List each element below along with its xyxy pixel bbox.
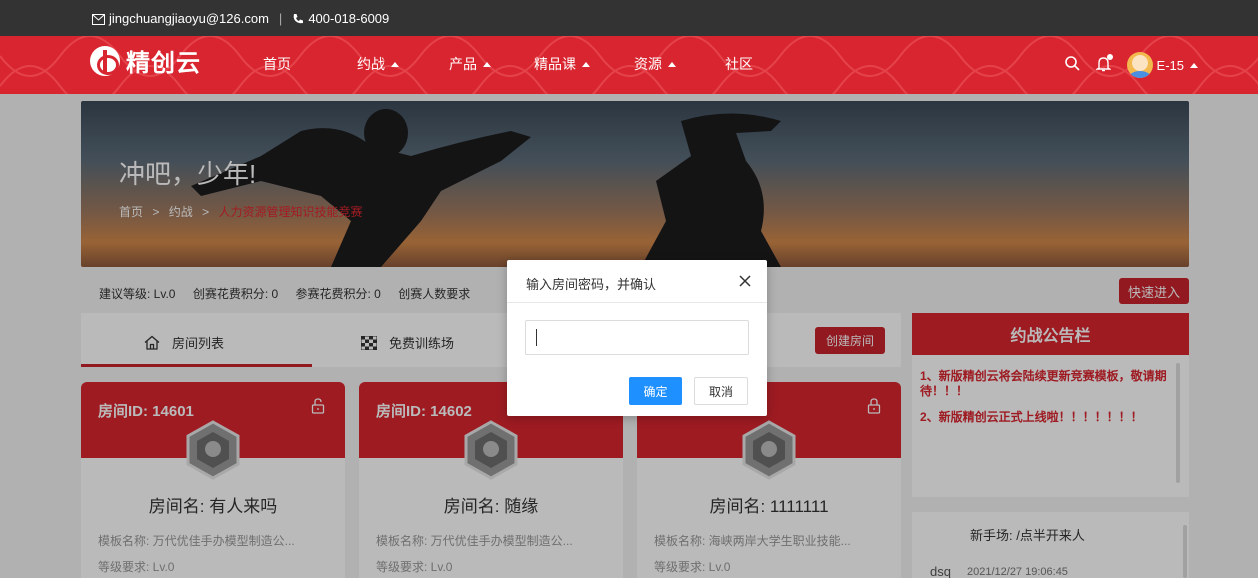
dialog-title: 输入房间密码，并确认 [526,277,657,292]
avatar [1126,52,1153,78]
notice-scrollbar[interactable] [1176,363,1180,483]
nav-item-battle[interactable]: 约战 [357,54,399,74]
user-name: E-15 [1156,57,1184,73]
lock-icon [867,398,881,414]
newbie-room-title[interactable]: 新手场: /点半开来人 [970,525,1085,544]
contact-email: jingchuangjiaoyu@126.com [109,10,269,26]
caret-up-icon [391,62,399,67]
search-icon[interactable] [1064,56,1080,74]
mail-icon [92,11,109,26]
contact-separator: | [278,10,283,26]
breadcrumb-home[interactable]: 首页 [119,205,143,219]
nav-item-home[interactable]: 首页 [263,54,291,74]
join-cost: 参赛花费积分: 0 [295,287,381,301]
nav-item-courses[interactable]: 精品课 [534,54,590,74]
nav-item-label: 产品 [449,56,477,72]
suggested-level: 建议等级: Lv.0 [99,287,176,301]
room-id: 房间ID: 14602 [376,403,472,420]
tab-label: 免费训练场 [389,336,455,351]
contact-phone: 400-018-6009 [308,10,390,26]
nav-item-label: 资源 [634,56,662,72]
caret-up-icon [668,62,676,67]
room-name: 房间名: 1111111 [709,497,829,516]
cancel-button[interactable]: 取消 [694,377,748,405]
nav-item-resources[interactable]: 资源 [634,54,676,74]
checkered-flag-icon [361,335,377,350]
newbie-scrollbar[interactable] [1183,525,1187,578]
create-room-button[interactable]: 创建房间 [815,327,885,354]
room-tabs: 房间列表 免费训练场 [81,313,901,367]
site-logo[interactable]: 精创云 [90,43,201,78]
breadcrumb: 首页 > 约战 > 人力资源管理知识技能竞赛 [119,203,362,220]
nav-item-products[interactable]: 产品 [449,54,491,74]
room-id: 房间ID: 14601 [98,403,194,420]
breadcrumb-separator: > [202,205,210,219]
phone-icon [292,11,308,26]
tab-room-list[interactable]: 房间列表 [144,333,224,352]
unlock-icon [311,398,325,414]
notice-item[interactable]: 2、新版精创云正式上线啦！！！！！！！ [920,410,1170,425]
room-template: 模板名称: 海峡两岸大学生职业技能... [654,534,851,548]
room-level: 等级要求: Lv.0 [654,560,731,574]
text-cursor [536,329,537,346]
nav-item-label: 首页 [263,56,291,72]
bell-icon[interactable] [1094,53,1113,75]
room-template: 模板名称: 万代优佳手办模型制造公... [98,534,295,548]
quick-enter-button[interactable]: 快速进入 [1119,278,1189,304]
caret-up-icon [483,62,491,67]
create-cost: 创赛花费积分: 0 [192,287,279,301]
notification-dot [1106,53,1113,60]
close-icon[interactable] [737,273,753,289]
contact-bar: jingchuangjiaoyu@126.com | 400-018-6009 [0,0,1258,36]
breadcrumb-separator: > [152,205,160,219]
room-name: 房间名: 有人来吗 [148,497,278,516]
nav-user-area: E-15 [1049,52,1198,78]
rank-badge-icon [742,420,796,480]
nav-item-label: 约战 [357,56,385,72]
room-name: 房间名: 随缘 [443,497,539,516]
room-level: 等级要求: Lv.0 [376,560,453,574]
banner-title: 冲吧，少年! [119,159,257,189]
caret-up-icon [1190,62,1198,68]
battle-notice-board: 约战公告栏 1、新版精创云将会陆续更新竞赛模板，敬请期待！！！ 2、新版精创云正… [912,313,1189,497]
rank-badge-icon [464,420,518,480]
main-nav: 精创云 首页 约战 产品 精品课 资源 社区 E-15 [0,36,1258,94]
nav-item-community[interactable]: 社区 [725,54,753,74]
hero-banner: 冲吧，少年! 首页 > 约战 > 人力资源管理知识技能竞赛 [81,101,1189,267]
logo-icon [90,45,120,76]
competition-info-bar: 建议等级: Lv.0 创赛花费积分: 0 参赛花费积分: 0 创赛人数要求 [99,285,484,302]
room-card[interactable]: 房间ID: 14601 房间名: 有人来吗 模板名称: 万代优佳手办模型制造公.… [81,382,345,578]
rank-badge-icon [186,420,240,480]
tab-label: 房间列表 [172,336,225,351]
notice-item[interactable]: 1、新版精创云将会陆续更新竞赛模板，敬请期待！！！ [920,369,1170,399]
creator-count: 创赛人数要求 [398,287,471,301]
caret-up-icon [582,62,590,67]
breadcrumb-section[interactable]: 约战 [169,205,193,219]
room-password-input[interactable] [525,320,749,355]
room-password-dialog: 输入房间密码，并确认 确定 取消 [507,260,767,416]
newbie-room-time: 2021/12/27 19:06:45 [967,566,1068,578]
notice-board-title: 约战公告栏 [912,313,1189,355]
nav-item-label: 精品课 [534,56,576,72]
active-tab-indicator [81,364,312,367]
user-menu[interactable]: E-15 [1126,52,1198,78]
confirm-button[interactable]: 确定 [629,377,682,405]
home-icon [144,335,160,350]
breadcrumb-current: 人力资源管理知识技能竞赛 [218,205,363,219]
newbie-room-panel: 新手场: /点半开来人 dsq 2021/12/27 19:06:45 [912,512,1189,578]
newbie-room-user: dsq [930,564,951,578]
room-level: 等级要求: Lv.0 [98,560,175,574]
tab-free-training[interactable]: 免费训练场 [361,333,454,352]
logo-text: 精创云 [126,50,201,77]
room-template: 模板名称: 万代优佳手办模型制造公... [376,534,573,548]
dialog-divider [507,302,767,303]
nav-item-label: 社区 [725,56,753,72]
